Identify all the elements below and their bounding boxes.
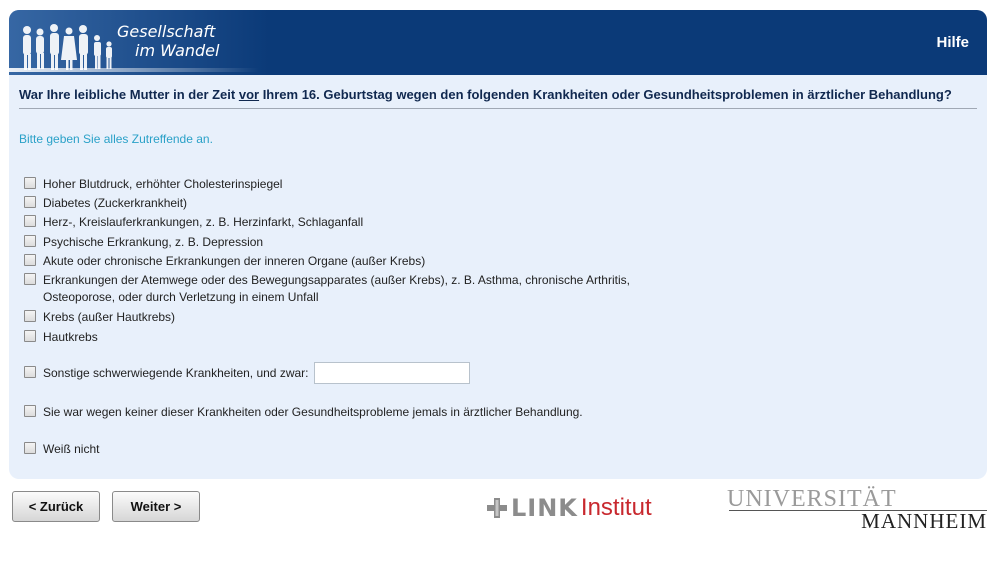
- question-part-1: War Ihre leibliche Mutter in der Zeit: [19, 87, 239, 102]
- checkbox[interactable]: [24, 310, 36, 322]
- option-none[interactable]: Sie war wegen keiner dieser Krankheiten …: [24, 404, 583, 421]
- checkbox[interactable]: [24, 442, 36, 454]
- option-internal-organs[interactable]: Akute oder chronische Erkrankungen der i…: [24, 253, 425, 270]
- link-institut-text: Institut: [580, 494, 652, 521]
- question-text: War Ihre leibliche Mutter in der Zeit vo…: [19, 87, 977, 109]
- next-button[interactable]: Weiter >: [112, 491, 200, 522]
- people-silhouette-icon: [23, 24, 112, 70]
- option-dont-know[interactable]: Weiß nicht: [24, 441, 99, 458]
- option-other[interactable]: Sonstige schwerwiegende Krankheiten, und…: [24, 362, 470, 384]
- checkbox[interactable]: [24, 366, 36, 378]
- question-part-2: Ihrem 16. Geburtstag wegen den folgenden…: [259, 87, 952, 102]
- option-cancer[interactable]: Krebs (außer Hautkrebs): [24, 309, 175, 326]
- option-diabetes[interactable]: Diabetes (Zuckerkrankheit): [24, 195, 187, 212]
- logo-line-1: Gesellschaft: [117, 22, 216, 41]
- option-label: Hautkrebs: [43, 330, 98, 344]
- option-label: Akute oder chronische Erkrankungen der i…: [43, 254, 426, 268]
- checkbox[interactable]: [24, 273, 36, 285]
- option-label: Sie war wegen keiner dieser Krankheiten …: [43, 405, 583, 419]
- option-label: Hoher Blutdruck, erhöhter Cholesterinspi…: [43, 177, 283, 191]
- link-wordmark: LINK: [511, 494, 578, 522]
- link-institut-logo: LINK Institut: [487, 494, 652, 522]
- logo-underline: [9, 68, 259, 72]
- university-mannheim-logo: UNIVERSITÄT MANNHEIM: [727, 486, 987, 533]
- checkbox[interactable]: [24, 215, 36, 227]
- option-mental-illness[interactable]: Psychische Erkrankung, z. B. Depression: [24, 234, 263, 251]
- site-logo-text: Gesellschaft im Wandel: [117, 22, 219, 60]
- help-link[interactable]: Hilfe: [936, 34, 969, 51]
- option-label: Erkrankungen der Atemwege oder des Beweg…: [43, 273, 630, 304]
- checkbox[interactable]: [24, 235, 36, 247]
- option-skin-cancer[interactable]: Hautkrebs: [24, 329, 98, 346]
- option-label: Psychische Erkrankung, z. B. Depression: [43, 235, 264, 249]
- instruction-text: Bitte geben Sie alles Zutreffende an.: [19, 132, 213, 146]
- option-label: Sonstige schwerwiegende Krankheiten, und…: [43, 366, 309, 380]
- option-respiratory-musculoskeletal[interactable]: Erkrankungen der Atemwege oder des Beweg…: [24, 272, 703, 306]
- question-panel: War Ihre leibliche Mutter in der Zeit vo…: [9, 75, 987, 479]
- option-label: Diabetes (Zuckerkrankheit): [43, 196, 188, 210]
- checkbox[interactable]: [24, 405, 36, 417]
- checkbox[interactable]: [24, 177, 36, 189]
- plus-mark-icon: [487, 498, 507, 518]
- option-label: Herz-, Kreislauferkrankungen, z. B. Herz…: [43, 215, 364, 229]
- checkbox[interactable]: [24, 254, 36, 266]
- question-emphasis: vor: [238, 87, 260, 102]
- site-header: Gesellschaft im Wandel Hilfe: [9, 10, 987, 75]
- checkbox[interactable]: [24, 196, 36, 208]
- checkbox[interactable]: [24, 330, 36, 342]
- uni-line-2: MANNHEIM: [861, 509, 987, 533]
- logo-line-2: im Wandel: [135, 41, 220, 60]
- other-illness-input[interactable]: [313, 362, 470, 384]
- option-label: Weiß nicht: [43, 442, 100, 456]
- option-heart-circulation[interactable]: Herz-, Kreislauferkrankungen, z. B. Herz…: [24, 214, 363, 231]
- option-high-blood-pressure[interactable]: Hoher Blutdruck, erhöhter Cholesterinspi…: [24, 176, 282, 193]
- option-label: Krebs (außer Hautkrebs): [43, 310, 176, 324]
- back-button[interactable]: < Zurück: [12, 491, 100, 522]
